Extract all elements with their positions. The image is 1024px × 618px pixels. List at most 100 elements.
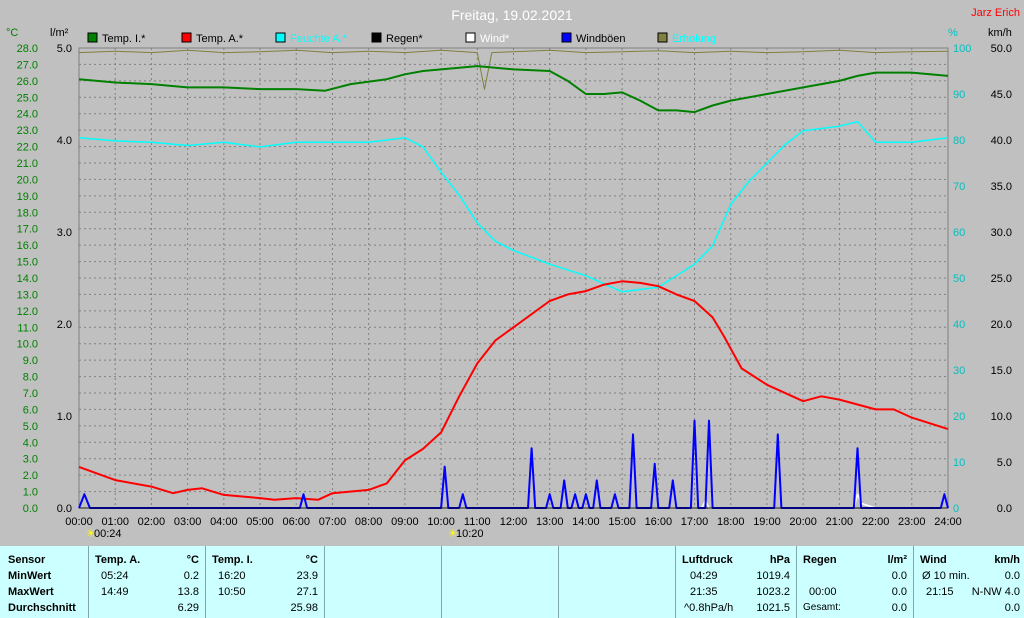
- pressure-max-time: 21:35: [690, 586, 718, 598]
- x-tick-label: 03:00: [174, 516, 202, 528]
- legend-swatch: [275, 32, 286, 43]
- temp-unit-label: °C: [6, 27, 18, 39]
- temp-tick-label: 20.0: [17, 174, 38, 186]
- wind-tick-label: 10.0: [991, 411, 1012, 423]
- x-tick-label: 13:00: [536, 516, 564, 528]
- empty-column-3: [559, 546, 676, 618]
- wind-avg-label: Ø 10 min.: [922, 570, 970, 582]
- hum-tick-label: 0: [953, 503, 959, 515]
- legend-swatch: [657, 32, 668, 43]
- temp-tick-label: 1.0: [23, 487, 38, 499]
- marker-1020: ☀ 10:20: [448, 528, 484, 540]
- temp-tick-label: 8.0: [23, 372, 38, 384]
- wind-column: Wind km/h Ø 10 min. 0.0 21:15 N-NW 4.0 0…: [914, 546, 1024, 618]
- wind-tick-label: 5.0: [997, 457, 1012, 469]
- temp-i-unit: °C: [305, 554, 318, 566]
- temp-i-min-time: 16:20: [218, 570, 246, 582]
- legend-label: Temp. A.*: [196, 33, 244, 45]
- x-tick-label: 10:00: [427, 516, 455, 528]
- x-tick-label: 05:00: [246, 516, 274, 528]
- hum-tick-label: 90: [953, 89, 965, 101]
- wind-max-time: 21:15: [926, 586, 954, 598]
- temp-tick-label: 24.0: [17, 109, 38, 121]
- legend-label: Erholung: [672, 33, 716, 45]
- pressure-max-value: 1023.2: [756, 586, 790, 598]
- x-tick-label: 04:00: [210, 516, 238, 528]
- temp-a-min-time: 05:24: [101, 570, 129, 582]
- temp-tick-label: 26.0: [17, 76, 38, 88]
- temp-tick-label: 12.0: [17, 306, 38, 318]
- temp-tick-label: 17.0: [17, 224, 38, 236]
- pressure-avg: 1021.5: [756, 602, 790, 614]
- hum-tick-label: 20: [953, 411, 965, 423]
- x-tick-label: 02:00: [138, 516, 166, 528]
- rain-column: Regen l/m² 0.0 00:00 0.0 Gesamt: 0.0: [797, 546, 914, 618]
- wind-tick-label: 0.0: [997, 503, 1012, 515]
- temp-a-header: Temp. A.: [95, 554, 141, 566]
- x-tick-label: 17:00: [681, 516, 709, 528]
- temp-tick-label: 28.0: [17, 43, 38, 55]
- temp-a-unit: °C: [186, 554, 199, 566]
- temp-tick-label: 23.0: [17, 125, 38, 137]
- temp-i-header: Temp. I.: [212, 554, 253, 566]
- avg-label: Durchschnitt: [8, 602, 76, 614]
- temp-a-max-time: 14:49: [101, 586, 129, 598]
- min-label: MinWert: [8, 570, 52, 582]
- temp-tick-label: 10.0: [17, 339, 38, 351]
- legend-swatch: [181, 32, 192, 43]
- temp-i-max-time: 10:50: [218, 586, 246, 598]
- x-tick-label: 06:00: [282, 516, 310, 528]
- rain-unit: l/m²: [887, 554, 907, 566]
- wind-tick-label: 20.0: [991, 319, 1012, 331]
- hum-tick-label: 40: [953, 319, 965, 331]
- sensor-header: Sensor: [8, 554, 46, 566]
- rain-total-value: 0.0: [891, 602, 907, 614]
- rain-max-value: 0.0: [891, 586, 907, 598]
- hum-tick-label: 80: [953, 135, 965, 147]
- temp-tick-label: 18.0: [17, 207, 38, 219]
- rain-min-value: 0.0: [891, 570, 907, 582]
- wind-tick-label: 50.0: [991, 43, 1012, 55]
- rain-total-label: Gesamt:: [803, 602, 841, 613]
- pressure-trend: ^0.8hPa/h: [684, 602, 734, 614]
- temp-tick-label: 0.0: [23, 503, 38, 515]
- x-tick-label: 23:00: [898, 516, 926, 528]
- rain-tick-label: 1.0: [57, 411, 72, 423]
- legend-label: Regen*: [386, 33, 423, 45]
- x-tick-label: 01:00: [101, 516, 129, 528]
- temp-tick-label: 13.0: [17, 289, 38, 301]
- temp-a-column: Temp. A. °C 05:24 0.2 14:49 13.8 6.29: [89, 546, 206, 618]
- temp-i-min-value: 23.9: [296, 570, 318, 582]
- x-tick-label: 08:00: [355, 516, 383, 528]
- wind-tick-label: 45.0: [991, 89, 1012, 101]
- pressure-min-time: 04:29: [690, 570, 718, 582]
- author-label: Jarz Erich: [971, 7, 1020, 19]
- hum-tick-label: 100: [953, 43, 971, 55]
- rain-max-time: 00:00: [809, 586, 837, 598]
- wind-max-value: N-NW 4.0: [971, 586, 1020, 598]
- temp-tick-label: 25.0: [17, 92, 38, 104]
- hum-tick-label: 50: [953, 273, 965, 285]
- wind-tick-label: 15.0: [991, 365, 1012, 377]
- temp-a-avg: 6.29: [177, 602, 199, 614]
- temp-tick-label: 2.0: [23, 470, 38, 482]
- x-tick-label: 14:00: [572, 516, 600, 528]
- rain-tick-label: 2.0: [57, 319, 72, 331]
- temp-tick-label: 11.0: [17, 322, 38, 334]
- temp-tick-label: 14.0: [17, 273, 38, 285]
- temp-a-min-value: 0.2: [183, 570, 199, 582]
- legend-label: Temp. I.*: [102, 33, 146, 45]
- legend-swatch: [561, 32, 572, 43]
- wind-unit: km/h: [994, 554, 1020, 566]
- legend-label: Wind*: [480, 33, 510, 45]
- temp-tick-label: 22.0: [17, 142, 38, 154]
- legend-label: Feuchte A.*: [290, 33, 348, 45]
- weather-chart: 0.0 1.0 2.0 3.0 4.0 5.0 6.0 7.0 8.0 9.0 10.0 11.0 12…: [0, 0, 1024, 546]
- rain-header: Regen: [803, 554, 837, 566]
- rain-unit-label: l/m²: [50, 27, 69, 39]
- chart-title: Freitag, 19.02.2021: [451, 7, 573, 23]
- temp-tick-label: 15.0: [17, 257, 38, 269]
- temp-i-max-value: 27.1: [296, 586, 318, 598]
- rain-tick-label: 5.0: [57, 43, 72, 55]
- temp-tick-label: 4.0: [23, 437, 38, 449]
